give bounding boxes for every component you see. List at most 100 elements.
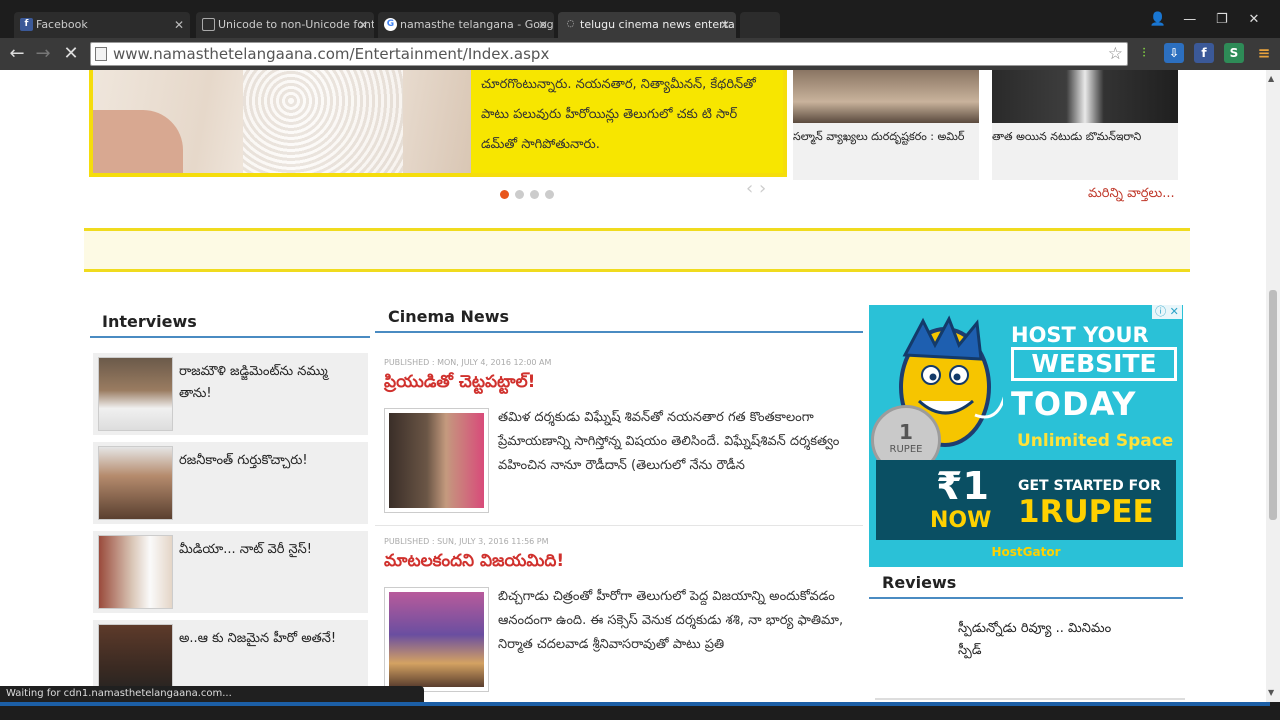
tab-telugu-cinema[interactable]: ◌ telugu cinema news enterta ✕: [558, 12, 736, 38]
slider-thumb-1[interactable]: సల్మాన్ వ్యాఖ్యలు దురదృష్టకరం : అమిర్: [793, 70, 979, 180]
tab-label: telugu cinema news enterta: [580, 18, 735, 31]
close-icon[interactable]: ✕: [538, 12, 548, 38]
interview-title: రాజమౌళి జడ్జిమెంట్‌ను నమ్ము తాను!: [179, 364, 328, 401]
facebook-extension-icon[interactable]: f: [1194, 43, 1214, 63]
ad-one-rupee: 1RUPEE: [1018, 494, 1154, 530]
news-thumb[interactable]: [384, 587, 489, 692]
interview-thumb: [98, 357, 173, 431]
new-tab-button[interactable]: [740, 12, 780, 38]
scroll-up-icon[interactable]: ▲: [1268, 74, 1274, 83]
ad-offer-panel: ₹1 NOW GET STARTED FOR 1RUPEE: [876, 460, 1176, 540]
ad-choices-close-icon[interactable]: ⓘ ✕: [1152, 305, 1182, 319]
interview-title: రజనీకాంత్ గుర్తుకొచ్చారు!: [179, 453, 308, 468]
interview-item[interactable]: రజనీకాంత్ గుర్తుకొచ్చారు!: [93, 442, 368, 524]
slider-dot[interactable]: [500, 190, 509, 199]
close-icon[interactable]: ✕: [358, 12, 368, 38]
news-date: PUBLISHED : MON, JULY 4, 2016 12:00 AM: [384, 358, 552, 367]
tab-unicode[interactable]: Unicode to non-Unicode font ✕: [196, 12, 374, 38]
ad-line-4: Unlimited Space: [1017, 431, 1174, 451]
audio-extension-icon[interactable]: ⫶: [1134, 43, 1154, 63]
progress-strip: [0, 702, 1270, 706]
stop-icon[interactable]: ✕: [60, 43, 82, 65]
status-bar: Waiting for cdn1.namasthetelangaana.com.…: [0, 686, 424, 702]
interview-item[interactable]: మీడియా... నాట్ వెరీ నైస్!: [93, 531, 368, 613]
chevron-right-icon[interactable]: ›: [759, 178, 766, 199]
close-window-icon[interactable]: ✕: [1240, 12, 1268, 27]
slider-frame: [89, 70, 787, 177]
slider-dot[interactable]: [545, 190, 554, 199]
maximize-icon[interactable]: ❐: [1208, 12, 1236, 27]
ad-now: NOW: [930, 508, 992, 533]
thumb-caption: తాత అయిన నటుడు బొమన్ఇరాని: [992, 130, 1142, 143]
reviews-heading: Reviews: [882, 573, 957, 592]
page-scrollbar[interactable]: ▲ ▼: [1266, 70, 1280, 702]
news-photo: [389, 592, 484, 687]
news-title[interactable]: మాటలకందని విజయమిది!: [384, 551, 564, 575]
slider-dot[interactable]: [530, 190, 539, 199]
close-icon[interactable]: ✕: [720, 12, 730, 38]
page-icon: [95, 47, 107, 61]
ad-get-started: GET STARTED FOR: [1018, 478, 1161, 494]
tab-facebook[interactable]: f Facebook ✕: [14, 12, 190, 38]
ad-line-1: HOST YOUR: [1011, 323, 1149, 347]
thumb-caption: సల్మాన్ వ్యాఖ్యలు దురదృష్టకరం : అమిర్: [793, 130, 965, 143]
thumb-image: [992, 70, 1178, 123]
bookmark-star-icon[interactable]: ☆: [1108, 43, 1123, 65]
review-item[interactable]: స్పీడున్నోడు రివ్యూ .. మినిమం స్పీడ్: [958, 618, 1138, 662]
cinema-news-heading: Cinema News: [388, 307, 510, 326]
minimize-icon[interactable]: —: [1176, 12, 1204, 27]
close-icon[interactable]: ✕: [174, 12, 184, 38]
page-viewport: చూరగొంటున్నారు. నయనతార, నిత్యామీనన్, కేథ…: [0, 70, 1266, 702]
news-excerpt: బిచ్చగాడు చిత్రంతో హీరోగా తెలుగులో పెద్ద…: [498, 589, 844, 652]
ad-line-3: TODAY: [1011, 385, 1137, 423]
tab-label: namasthe telangana - Googl: [400, 18, 554, 31]
taskbar: [0, 702, 1280, 720]
tab-label: Unicode to non-Unicode font: [218, 18, 374, 31]
interview-thumb: [98, 535, 173, 609]
interviews-heading: Interviews: [102, 312, 197, 331]
slider-dots: [500, 184, 560, 203]
window-controls: 👤 — ❐ ✕: [1144, 12, 1268, 27]
slider-thumb-2[interactable]: తాత అయిన నటుడు బొమన్ఇరాని: [992, 70, 1178, 180]
thumb-image: [793, 70, 979, 123]
news-title[interactable]: ప్రియుడితో చెట్టపట్టాల్!: [384, 372, 535, 396]
download-extension-icon[interactable]: ⇩: [1164, 43, 1184, 63]
news-date: PUBLISHED : SUN, JULY 3, 2016 11:56 PM: [384, 537, 549, 546]
loading-icon: ◌: [566, 19, 575, 29]
hostgator-ad[interactable]: 1 RUPEE HOST YOUR WEBSITE TODAY Unlimite…: [869, 305, 1183, 567]
news-thumb[interactable]: [384, 408, 489, 513]
news-excerpt: తమిళ దర్శకుడు విఘ్నేష్ శివన్‌తో నయనతార గ…: [498, 410, 840, 473]
ad-banner-band: [84, 228, 1190, 272]
more-news-link[interactable]: మరిన్ని వార్తలు...: [1088, 186, 1175, 204]
address-bar[interactable]: www.namasthetelangaana.com/Entertainment…: [90, 42, 1128, 66]
scrollbar-thumb[interactable]: [1269, 290, 1277, 520]
slider-dot[interactable]: [515, 190, 524, 199]
chevron-left-icon[interactable]: ‹: [746, 178, 753, 199]
scroll-down-icon[interactable]: ▼: [1268, 688, 1274, 697]
interview-item[interactable]: రాజమౌళి జడ్జిమెంట్‌ను నమ్ము తాను!: [93, 353, 368, 435]
review-divider: [875, 698, 1185, 700]
ad-brand: HostGator: [991, 545, 1061, 559]
google-icon: G: [384, 18, 397, 31]
user-icon[interactable]: 👤: [1144, 12, 1172, 27]
menu-icon[interactable]: ≡: [1254, 43, 1274, 63]
url-text: www.namasthetelangaana.com/Entertainment…: [113, 45, 550, 63]
reviews-underline: [869, 597, 1183, 599]
coin-value: 1: [899, 420, 913, 444]
sheets-extension-icon[interactable]: S: [1224, 43, 1244, 63]
forward-icon[interactable]: →: [32, 43, 54, 65]
news-separator: [375, 525, 863, 526]
news-photo: [389, 413, 484, 508]
back-icon[interactable]: ←: [6, 43, 28, 65]
slider-arrows: ‹ ›: [746, 178, 766, 199]
page-icon: [202, 18, 215, 31]
tab-google[interactable]: G namasthe telangana - Googl ✕: [378, 12, 554, 38]
coin-label: RUPEE: [889, 444, 923, 455]
tab-label: Facebook: [36, 18, 88, 31]
browser-tabstrip: f Facebook ✕ Unicode to non-Unicode font…: [0, 0, 1280, 38]
interview-title: మీడియా... నాట్ వెరీ నైస్!: [179, 542, 313, 557]
facebook-icon: f: [20, 18, 33, 31]
ad-line-2: WEBSITE: [1011, 347, 1177, 381]
ad-rupee-price: ₹1: [936, 464, 989, 508]
interview-thumb: [98, 446, 173, 520]
